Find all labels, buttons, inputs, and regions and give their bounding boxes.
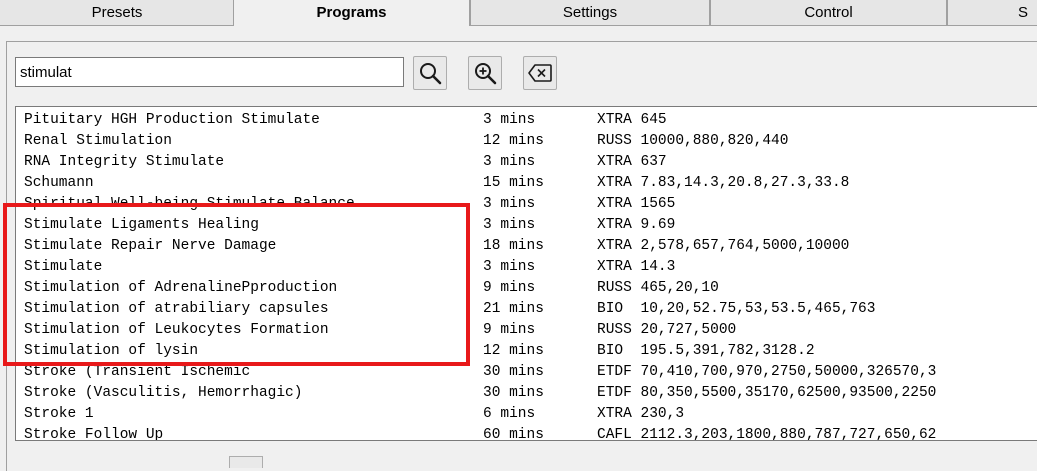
list-item[interactable]: Stroke (Vasculitis, Hemorrhagic) 30 mins E…	[16, 383, 1037, 404]
program-duration: 9 mins	[483, 280, 536, 296]
list-item[interactable]: Stimulation of lysin 12 mins BIO 195.5,391…	[16, 341, 1037, 362]
program-codes: XTRA 2,578,657,764,5000,10000	[597, 238, 850, 254]
program-codes: RUSS 20,727,5000	[597, 322, 737, 338]
program-name: Stimulate	[24, 259, 103, 275]
program-name: Stroke (Transient Ischemic	[24, 364, 251, 380]
list-item[interactable]: Spiritual Well-being Stimulate Balance 3 …	[16, 194, 1037, 215]
program-duration: 21 mins	[483, 301, 544, 317]
tab-programs[interactable]: Programs	[233, 0, 470, 26]
program-name: Renal Stimulation	[24, 133, 172, 149]
list-item[interactable]: Stimulate 3 mins XTRA 14.3	[16, 257, 1037, 278]
tab-control[interactable]: Control	[710, 0, 947, 26]
program-codes: XTRA 1565	[597, 196, 676, 212]
program-name: Stroke Follow Up	[24, 427, 164, 441]
program-name: Stimulate Repair Nerve Damage	[24, 238, 277, 254]
program-name: Stimulation of Leukocytes Formation	[24, 322, 329, 338]
program-name: Stimulation of AdrenalinePproduction	[24, 280, 338, 296]
program-name: Stimulation of atrabiliary capsules	[24, 301, 329, 317]
program-duration: 30 mins	[483, 364, 544, 380]
program-codes: XTRA 637	[597, 154, 667, 170]
list-item[interactable]: Stimulation of atrabiliary capsules 21 mi…	[16, 299, 1037, 320]
tab-more[interactable]: S	[947, 0, 1037, 26]
backspace-clear-icon	[527, 62, 553, 84]
program-codes: BIO 195.5,391,782,3128.2	[597, 343, 815, 359]
list-item[interactable]: Stimulation of AdrenalinePproduction 9 mi…	[16, 278, 1037, 299]
program-codes: XTRA 7.83,14.3,20.8,27.3,33.8	[597, 175, 850, 191]
program-name: Stroke 1	[24, 406, 94, 422]
tab-strip: Presets Programs Settings Control S	[0, 0, 1037, 26]
program-duration: 60 mins	[483, 427, 544, 441]
program-duration: 3 mins	[483, 154, 536, 170]
program-name: Stimulate Ligaments Healing	[24, 217, 259, 233]
program-duration: 6 mins	[483, 406, 536, 422]
program-duration: 3 mins	[483, 217, 536, 233]
search-input[interactable]	[15, 57, 404, 87]
program-duration: 15 mins	[483, 175, 544, 191]
program-name: Stroke (Vasculitis, Hemorrhagic)	[24, 385, 303, 401]
program-codes: CAFL 2112.3,203,1800,880,787,727,650,62	[597, 427, 937, 441]
program-codes: XTRA 230,3	[597, 406, 685, 422]
clear-search-button[interactable]	[523, 56, 557, 90]
list-item[interactable]: Pituitary HGH Production Stimulate 3 mins…	[16, 110, 1037, 131]
list-item[interactable]: Stroke 1 6 mins XTRA 230,3	[16, 404, 1037, 425]
program-codes: ETDF 70,410,700,970,2750,50000,326570,3	[597, 364, 937, 380]
program-duration: 3 mins	[483, 112, 536, 128]
tab-settings[interactable]: Settings	[470, 0, 710, 26]
program-duration: 3 mins	[483, 196, 536, 212]
program-codes: BIO 10,20,52.75,53,53.5,465,763	[597, 301, 876, 317]
tab-strip-baseline	[0, 25, 1037, 26]
list-item[interactable]: Schumann 15 mins XTRA 7.83,14.3,20.8,27.3,…	[16, 173, 1037, 194]
program-name: Stimulation of lysin	[24, 343, 199, 359]
program-codes: RUSS 10000,880,820,440	[597, 133, 789, 149]
bottom-button[interactable]	[229, 456, 263, 468]
magnifier-icon	[418, 61, 442, 85]
program-codes: RUSS 465,20,10	[597, 280, 719, 296]
search-button[interactable]	[413, 56, 447, 90]
tab-presets[interactable]: Presets	[0, 0, 236, 26]
program-duration: 12 mins	[483, 133, 544, 149]
program-name: Spiritual Well-being Stimulate Balance	[24, 196, 355, 212]
program-duration: 18 mins	[483, 238, 544, 254]
list-item[interactable]: RNA Integrity Stimulate 3 mins XTRA 637	[16, 152, 1037, 173]
program-list[interactable]: Pituitary HGH Production Stimulate 3 mins…	[15, 106, 1037, 441]
program-name: RNA Integrity Stimulate	[24, 154, 225, 170]
program-duration: 30 mins	[483, 385, 544, 401]
program-codes: XTRA 9.69	[597, 217, 676, 233]
program-duration: 9 mins	[483, 322, 536, 338]
program-codes: XTRA 14.3	[597, 259, 676, 275]
list-item[interactable]: Stimulate Repair Nerve Damage 18 mins XTRA…	[16, 236, 1037, 257]
list-item[interactable]: Stroke (Transient Ischemic 30 mins ETDF 70…	[16, 362, 1037, 383]
program-codes: XTRA 645	[597, 112, 667, 128]
program-codes: ETDF 80,350,5500,35170,62500,93500,2250	[597, 385, 937, 401]
magnifier-plus-icon	[473, 61, 497, 85]
zoom-in-button[interactable]	[468, 56, 502, 90]
list-item[interactable]: Stimulate Ligaments Healing 3 mins XTRA 9.…	[16, 215, 1037, 236]
list-item[interactable]: Stroke Follow Up 60 mins CAFL 2112.3,203,1…	[16, 425, 1037, 441]
list-item[interactable]: Renal Stimulation 12 mins RUSS 10000,880,8…	[16, 131, 1037, 152]
program-name: Pituitary HGH Production Stimulate	[24, 112, 320, 128]
program-duration: 3 mins	[483, 259, 536, 275]
list-item[interactable]: Stimulation of Leukocytes Formation 9 min…	[16, 320, 1037, 341]
program-duration: 12 mins	[483, 343, 544, 359]
program-name: Schumann	[24, 175, 94, 191]
